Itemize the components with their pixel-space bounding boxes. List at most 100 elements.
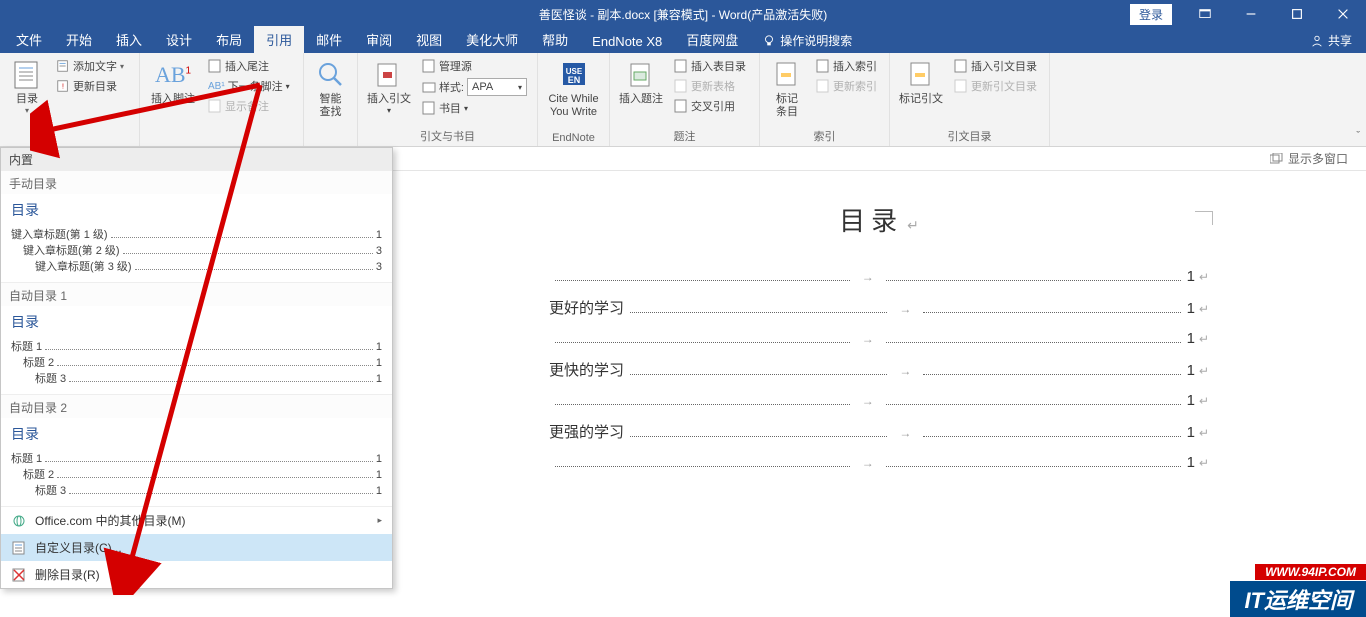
update-table-button: 更新表格 — [670, 77, 750, 95]
doc-toc-line: 更强的学习→1↵ — [549, 421, 1209, 442]
doc-toc-line: →1↵ — [549, 330, 1209, 347]
page-corner-marker — [1195, 211, 1213, 225]
ribbon-collapse-icon[interactable]: ˇ — [1356, 130, 1360, 142]
cross-reference-button[interactable]: 交叉引用 — [670, 97, 750, 115]
toc-manual-label: 手动目录 — [1, 171, 392, 194]
insert-caption-button[interactable]: 插入题注 — [616, 57, 666, 126]
toc-button[interactable]: 目录 ▾ — [6, 57, 48, 142]
group-index: 标记 条目 插入索引 更新索引 索引 — [760, 53, 890, 146]
toc-auto1-label: 自动目录 1 — [1, 283, 392, 306]
update-toc-button[interactable]: !更新目录 — [52, 77, 128, 95]
doc-toc-line: →1↵ — [549, 268, 1209, 285]
updindex-icon — [816, 79, 830, 93]
tab-view[interactable]: 视图 — [404, 26, 454, 53]
globe-icon — [11, 513, 27, 529]
toc-dropdown-panel: 内置 手动目录 目录 键入章标题(第 1 级)1 键入章标题(第 2 级)3 键… — [0, 147, 393, 589]
toc-auto2-preview[interactable]: 目录 标题 11 标题 21 标题 31 — [1, 418, 392, 507]
group-captions: 插入题注 插入表目录 更新表格 交叉引用 题注 — [610, 53, 760, 146]
login-button[interactable]: 登录 — [1130, 4, 1172, 25]
group-toa: 标记引文 插入引文目录 更新引文目录 引文目录 — [890, 53, 1050, 146]
bibliography-button[interactable]: 书目▾ — [418, 99, 531, 117]
tab-help[interactable]: 帮助 — [530, 26, 580, 53]
multiwin-icon — [1270, 153, 1284, 165]
manage-icon — [422, 59, 436, 73]
close-icon[interactable] — [1320, 0, 1366, 28]
tab-review[interactable]: 审阅 — [354, 26, 404, 53]
doc-toc-line: 更快的学习→1↵ — [549, 359, 1209, 380]
update-icon: ! — [56, 79, 70, 93]
insert-tof-button[interactable]: 插入表目录 — [670, 57, 750, 75]
insert-endnote-button[interactable]: 插入尾注 — [204, 57, 294, 75]
page[interactable]: 目录↵ →1↵ 更好的学习→1↵ →1↵ 更快的学习→1↵ →1↵ 更强的学习→… — [549, 171, 1209, 471]
instoa-icon — [954, 59, 968, 73]
tab-references[interactable]: 引用 — [254, 26, 304, 53]
style-icon — [422, 80, 436, 94]
toc-auto1-preview[interactable]: 目录 标题 11 标题 21 标题 31 — [1, 306, 392, 395]
smart-lookup-button[interactable]: 智能 查找 — [310, 57, 351, 142]
ribbon: 目录 ▾ 添加文字▾ !更新目录 AB1 插入脚注 插入尾注 AB¹下一条脚注▾… — [0, 53, 1366, 147]
lightbulb-icon — [762, 34, 776, 48]
style-dropdown[interactable]: APA▾ — [467, 78, 527, 96]
tof-icon — [674, 59, 688, 73]
next-footnote-button[interactable]: AB¹下一条脚注▾ — [204, 77, 294, 95]
svg-text:EN: EN — [567, 75, 580, 85]
shownotes-icon — [208, 99, 222, 113]
mark-entry-icon — [771, 59, 803, 91]
group-research: 智能 查找 — [304, 53, 358, 146]
maximize-icon[interactable] — [1274, 0, 1320, 28]
tab-beautify[interactable]: 美化大师 — [454, 26, 530, 53]
cite-while-write-button[interactable]: USEEN Cite While You Write — [544, 57, 603, 130]
document-area: 目录↵ →1↵ 更好的学习→1↵ →1↵ 更快的学习→1↵ →1↵ 更强的学习→… — [392, 171, 1366, 617]
watermark: WWW.94IP.COM IT运维空间 — [1230, 563, 1366, 617]
endnote-icon — [208, 59, 222, 73]
ribbon-tabs: 文件 开始 插入 设计 布局 引用 邮件 审阅 视图 美化大师 帮助 EndNo… — [0, 28, 1366, 53]
insert-footnote-button[interactable]: AB1 插入脚注 — [146, 57, 200, 142]
update-toa-button: 更新引文目录 — [950, 77, 1041, 95]
title-bar: 善医怪谈 - 副本.docx [兼容模式] - Word(产品激活失败) 登录 — [0, 0, 1366, 28]
style-selector[interactable]: 样式:APA▾ — [418, 77, 531, 97]
toc-manual-preview[interactable]: 目录 键入章标题(第 1 级)1 键入章标题(第 2 级)3 键入章标题(第 3… — [1, 194, 392, 283]
insert-index-button[interactable]: 插入索引 — [812, 57, 881, 75]
mark-entry-button[interactable]: 标记 条目 — [766, 57, 808, 126]
multi-window-button[interactable]: 显示多窗口 — [1270, 150, 1348, 167]
footnote-icon: AB1 — [157, 59, 189, 91]
updtoa-icon — [954, 79, 968, 93]
mark-citation-button[interactable]: 标记引文 — [896, 57, 946, 126]
toc-icon — [11, 59, 43, 91]
crossref-icon — [674, 99, 688, 113]
update-index-button: 更新索引 — [812, 77, 881, 95]
mark-citation-icon — [905, 59, 937, 91]
tab-baidu[interactable]: 百度网盘 — [674, 26, 750, 53]
toc-office-more[interactable]: Office.com 中的其他目录(M) ▸ — [1, 507, 392, 534]
doc-toc-line: →1↵ — [549, 392, 1209, 409]
tab-design[interactable]: 设计 — [154, 26, 204, 53]
tab-file[interactable]: 文件 — [4, 26, 54, 53]
toc-footer: Office.com 中的其他目录(M) ▸ 自定义目录(C)... 删除目录(… — [1, 507, 392, 588]
tab-home[interactable]: 开始 — [54, 26, 104, 53]
group-toc: 目录 ▾ 添加文字▾ !更新目录 — [0, 53, 140, 146]
toc-auto2-label: 自动目录 2 — [1, 395, 392, 418]
manage-sources-button[interactable]: 管理源 — [418, 57, 531, 75]
chevron-down-icon: ▾ — [25, 106, 29, 116]
toc-remove[interactable]: 删除目录(R) — [1, 561, 392, 588]
toc-custom[interactable]: 自定义目录(C)... — [1, 534, 392, 561]
insert-toa-button[interactable]: 插入引文目录 — [950, 57, 1041, 75]
ribbon-options-icon[interactable] — [1182, 0, 1228, 28]
add-text-icon — [56, 59, 70, 73]
tell-me-search[interactable]: 操作说明搜索 — [750, 28, 864, 53]
insert-citation-button[interactable]: 插入引文 ▾ — [364, 57, 414, 126]
insindex-icon — [816, 59, 830, 73]
next-footnote-icon: AB¹ — [208, 81, 225, 92]
biblio-icon — [422, 101, 436, 115]
tab-insert[interactable]: 插入 — [104, 26, 154, 53]
toc-builtin-header: 内置 — [1, 148, 392, 171]
tab-mailings[interactable]: 邮件 — [304, 26, 354, 53]
share-icon — [1310, 34, 1324, 48]
share-button[interactable]: 共享 — [1296, 28, 1366, 53]
tab-layout[interactable]: 布局 — [204, 26, 254, 53]
tab-endnote[interactable]: EndNote X8 — [580, 30, 674, 53]
svg-text:!: ! — [62, 84, 64, 91]
add-text-button[interactable]: 添加文字▾ — [52, 57, 128, 75]
citation-icon — [373, 59, 405, 91]
minimize-icon[interactable] — [1228, 0, 1274, 28]
